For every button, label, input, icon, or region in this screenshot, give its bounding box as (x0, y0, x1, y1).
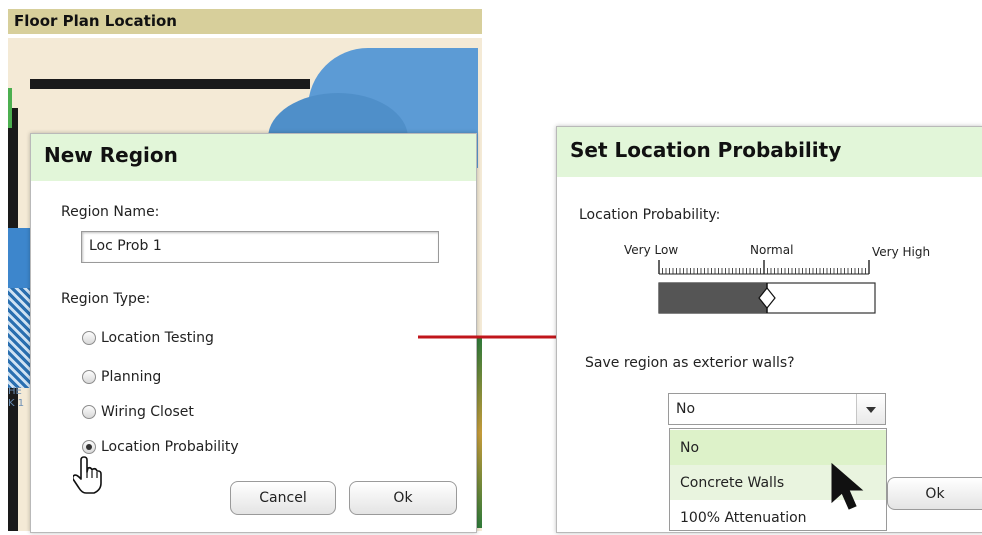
radio-label: Wiring Closet (101, 404, 194, 420)
arrow-cursor-icon (831, 462, 864, 510)
exterior-walls-select[interactable]: No (668, 393, 886, 425)
radio-button[interactable] (82, 370, 96, 384)
dialog-title: New Region (31, 134, 476, 181)
radio-button[interactable] (82, 331, 96, 345)
radio-button-selected[interactable] (82, 440, 96, 454)
floor-plan-room-label: HE K 1 (8, 386, 25, 409)
scale-label-low: Very Low (624, 243, 678, 257)
dialog-title: Set Location Probability (557, 127, 982, 177)
radio-button[interactable] (82, 405, 96, 419)
radio-location-testing[interactable]: Location Testing (82, 330, 214, 346)
radio-planning[interactable]: Planning (82, 369, 161, 385)
floor-plan-marker (8, 88, 12, 128)
select-value: No (676, 401, 696, 417)
radio-label: Planning (101, 369, 162, 385)
radio-label: Location Testing (101, 330, 214, 346)
ok-button[interactable]: Ok (887, 477, 982, 510)
slider-fill (659, 283, 767, 313)
hand-cursor-icon (73, 456, 102, 494)
location-probability-label: Location Probability: (579, 207, 721, 223)
scale-label-high: Very High (872, 245, 930, 259)
ok-button[interactable]: Ok (349, 481, 457, 515)
radio-wiring-closet[interactable]: Wiring Closet (82, 404, 194, 420)
floor-plan-wall (30, 79, 310, 89)
region-name-label: Region Name: (61, 204, 160, 220)
region-name-input[interactable]: Loc Prob 1 (81, 231, 439, 263)
chevron-down-icon[interactable] (856, 394, 885, 424)
region-type-label: Region Type: (61, 291, 151, 307)
hatched-region (8, 288, 30, 388)
floor-plan-title: Floor Plan Location (8, 9, 482, 34)
radio-label: Location Probability (101, 439, 239, 455)
cancel-button[interactable]: Cancel (230, 481, 336, 515)
scale-ticks (658, 260, 870, 275)
exterior-walls-question: Save region as exterior walls? (585, 355, 795, 371)
probability-slider[interactable]: Very Low Normal Very High (620, 240, 940, 320)
radio-location-probability[interactable]: Location Probability (82, 439, 239, 455)
dropdown-option-no[interactable]: No (670, 430, 886, 465)
scale-label-mid: Normal (750, 243, 793, 257)
